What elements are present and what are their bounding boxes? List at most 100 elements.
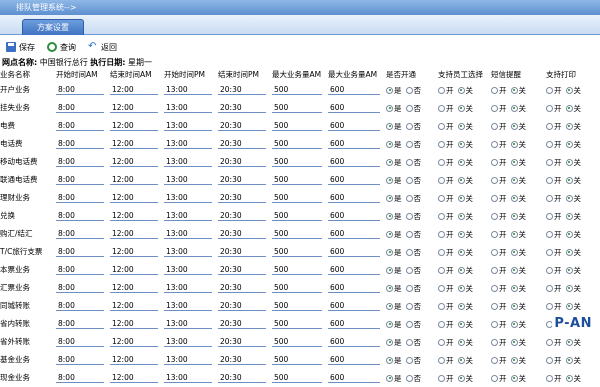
pm-start-field[interactable]: 13:00 bbox=[164, 211, 212, 221]
radio-button[interactable] bbox=[491, 248, 498, 256]
radio-button[interactable] bbox=[510, 356, 518, 364]
max-pm-field[interactable]: 600 bbox=[328, 175, 380, 185]
radio-button[interactable] bbox=[405, 230, 413, 238]
radio-button[interactable] bbox=[510, 374, 518, 382]
radio-button[interactable] bbox=[405, 140, 413, 148]
pm-end-field[interactable]: 20:30 bbox=[218, 373, 266, 383]
pm-end-field[interactable]: 20:30 bbox=[218, 193, 266, 203]
pm-end-field[interactable]: 20:30 bbox=[218, 319, 266, 329]
pm-start-field[interactable]: 13:00 bbox=[164, 319, 212, 329]
pm-start-field[interactable]: 13:00 bbox=[164, 247, 212, 257]
radio-button[interactable] bbox=[457, 356, 465, 364]
radio-button[interactable] bbox=[405, 320, 413, 328]
radio-button[interactable] bbox=[405, 338, 413, 346]
radio-button[interactable] bbox=[405, 302, 413, 310]
am-start-field[interactable]: 8:00 bbox=[56, 121, 104, 131]
radio-button[interactable] bbox=[491, 266, 498, 274]
radio-button[interactable] bbox=[386, 356, 393, 364]
radio-button[interactable] bbox=[457, 140, 465, 148]
radio-button[interactable] bbox=[510, 320, 518, 328]
pm-start-field[interactable]: 13:00 bbox=[164, 139, 212, 149]
max-am-field[interactable]: 500 bbox=[272, 103, 322, 113]
radio-button[interactable] bbox=[546, 374, 553, 382]
radio-button[interactable] bbox=[546, 158, 553, 166]
pm-end-field[interactable]: 20:30 bbox=[218, 355, 266, 365]
am-end-field[interactable]: 12:00 bbox=[110, 229, 158, 239]
pm-end-field[interactable]: 20:30 bbox=[218, 85, 266, 95]
radio-button[interactable] bbox=[386, 140, 393, 148]
radio-button[interactable] bbox=[510, 338, 518, 346]
radio-button[interactable] bbox=[438, 266, 445, 274]
am-end-field[interactable]: 12:00 bbox=[110, 319, 158, 329]
pm-start-field[interactable]: 13:00 bbox=[164, 373, 212, 383]
radio-button[interactable] bbox=[438, 338, 445, 346]
pm-end-field[interactable]: 20:30 bbox=[218, 301, 266, 311]
pm-end-field[interactable]: 20:30 bbox=[218, 121, 266, 131]
radio-button[interactable] bbox=[565, 302, 573, 310]
am-start-field[interactable]: 8:00 bbox=[56, 139, 104, 149]
radio-button[interactable] bbox=[405, 122, 413, 130]
radio-button[interactable] bbox=[438, 320, 445, 328]
radio-button[interactable] bbox=[386, 104, 393, 112]
radio-button[interactable] bbox=[405, 284, 413, 292]
radio-button[interactable] bbox=[457, 338, 465, 346]
radio-button[interactable] bbox=[491, 338, 498, 346]
radio-button[interactable] bbox=[457, 176, 465, 184]
am-start-field[interactable]: 8:00 bbox=[56, 265, 104, 275]
radio-button[interactable] bbox=[491, 284, 498, 292]
am-end-field[interactable]: 12:00 bbox=[110, 301, 158, 311]
pm-end-field[interactable]: 20:30 bbox=[218, 175, 266, 185]
radio-button[interactable] bbox=[405, 374, 413, 382]
radio-button[interactable] bbox=[565, 194, 573, 202]
radio-button[interactable] bbox=[405, 356, 413, 364]
radio-button[interactable] bbox=[438, 86, 445, 94]
max-am-field[interactable]: 500 bbox=[272, 301, 322, 311]
am-start-field[interactable]: 8:00 bbox=[56, 175, 104, 185]
pm-end-field[interactable]: 20:30 bbox=[218, 139, 266, 149]
pm-end-field[interactable]: 20:30 bbox=[218, 103, 266, 113]
radio-button[interactable] bbox=[510, 248, 518, 256]
save-button[interactable]: 保存 bbox=[6, 42, 35, 53]
radio-button[interactable] bbox=[565, 122, 573, 130]
back-button[interactable]: ↶ 返回 bbox=[88, 42, 117, 53]
radio-button[interactable] bbox=[565, 266, 573, 274]
max-pm-field[interactable]: 600 bbox=[328, 319, 380, 329]
pm-start-field[interactable]: 13:00 bbox=[164, 229, 212, 239]
am-start-field[interactable]: 8:00 bbox=[56, 103, 104, 113]
radio-button[interactable] bbox=[386, 176, 393, 184]
max-pm-field[interactable]: 600 bbox=[328, 211, 380, 221]
radio-button[interactable] bbox=[510, 158, 518, 166]
radio-button[interactable] bbox=[565, 356, 573, 364]
am-end-field[interactable]: 12:00 bbox=[110, 175, 158, 185]
max-pm-field[interactable]: 600 bbox=[328, 139, 380, 149]
radio-button[interactable] bbox=[491, 356, 498, 364]
am-end-field[interactable]: 12:00 bbox=[110, 211, 158, 221]
max-am-field[interactable]: 500 bbox=[272, 247, 322, 257]
radio-button[interactable] bbox=[491, 302, 498, 310]
radio-button[interactable] bbox=[386, 212, 393, 220]
radio-button[interactable] bbox=[386, 302, 393, 310]
tab-plan-settings[interactable]: 方案设置 bbox=[22, 19, 84, 35]
pm-start-field[interactable]: 13:00 bbox=[164, 265, 212, 275]
radio-button[interactable] bbox=[565, 338, 573, 346]
radio-button[interactable] bbox=[386, 158, 393, 166]
radio-button[interactable] bbox=[405, 158, 413, 166]
max-am-field[interactable]: 500 bbox=[272, 157, 322, 167]
radio-button[interactable] bbox=[491, 104, 498, 112]
radio-button[interactable] bbox=[546, 122, 553, 130]
radio-button[interactable] bbox=[457, 104, 465, 112]
pm-start-field[interactable]: 13:00 bbox=[164, 121, 212, 131]
max-am-field[interactable]: 500 bbox=[272, 337, 322, 347]
radio-button[interactable] bbox=[438, 284, 445, 292]
max-pm-field[interactable]: 600 bbox=[328, 283, 380, 293]
pm-start-field[interactable]: 13:00 bbox=[164, 355, 212, 365]
radio-button[interactable] bbox=[491, 140, 498, 148]
radio-button[interactable] bbox=[510, 302, 518, 310]
radio-button[interactable] bbox=[386, 230, 393, 238]
radio-button[interactable] bbox=[457, 86, 465, 94]
radio-button[interactable] bbox=[438, 302, 445, 310]
pm-end-field[interactable]: 20:30 bbox=[218, 265, 266, 275]
max-am-field[interactable]: 500 bbox=[272, 355, 322, 365]
am-end-field[interactable]: 12:00 bbox=[110, 157, 158, 167]
radio-button[interactable] bbox=[405, 194, 413, 202]
